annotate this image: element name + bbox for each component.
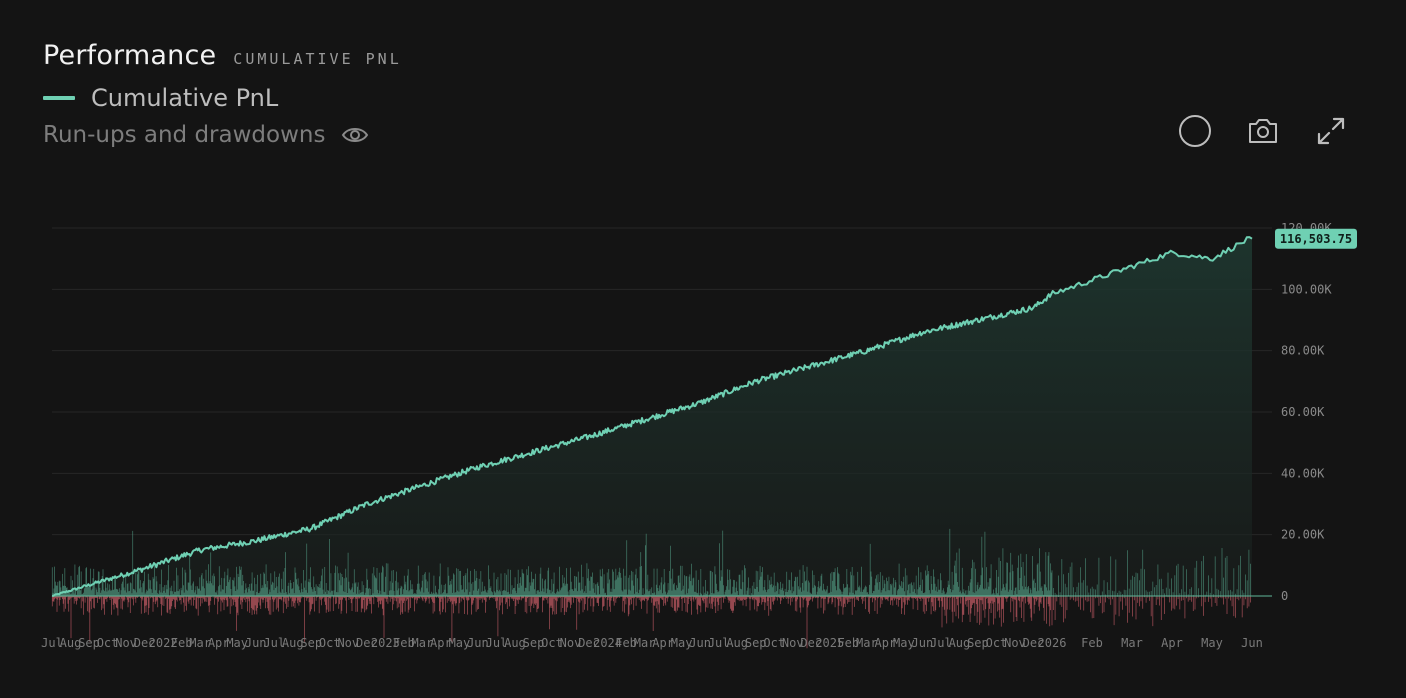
y-axis: 120.00K100.00K80.00K60.00K40.00K20.00K0 <box>1281 221 1332 603</box>
x-tick-label: 2026 <box>1038 636 1067 650</box>
x-tick-label: Apr <box>1161 636 1183 650</box>
x-tick-label: May <box>1201 636 1223 650</box>
last-value-text: 116,503.75 <box>1280 232 1352 246</box>
y-tick-label: 20.00K <box>1281 528 1325 542</box>
x-tick-label: Jun <box>1241 636 1263 650</box>
x-axis: JulAugSepOctNovDec2022FebMarAprMayJunJul… <box>41 636 1263 650</box>
x-tick-label: Feb <box>1081 636 1103 650</box>
pnl-chart[interactable]: 120.00K100.00K80.00K60.00K40.00K20.00K0 … <box>0 0 1406 698</box>
y-tick-label: 60.00K <box>1281 405 1325 419</box>
y-tick-label: 40.00K <box>1281 466 1325 480</box>
last-value-label: 116,503.75 <box>1275 228 1357 249</box>
x-tick-label: Mar <box>1121 636 1143 650</box>
y-tick-label: 80.00K <box>1281 344 1325 358</box>
y-tick-label: 0 <box>1281 589 1288 603</box>
y-tick-label: 100.00K <box>1281 282 1332 296</box>
